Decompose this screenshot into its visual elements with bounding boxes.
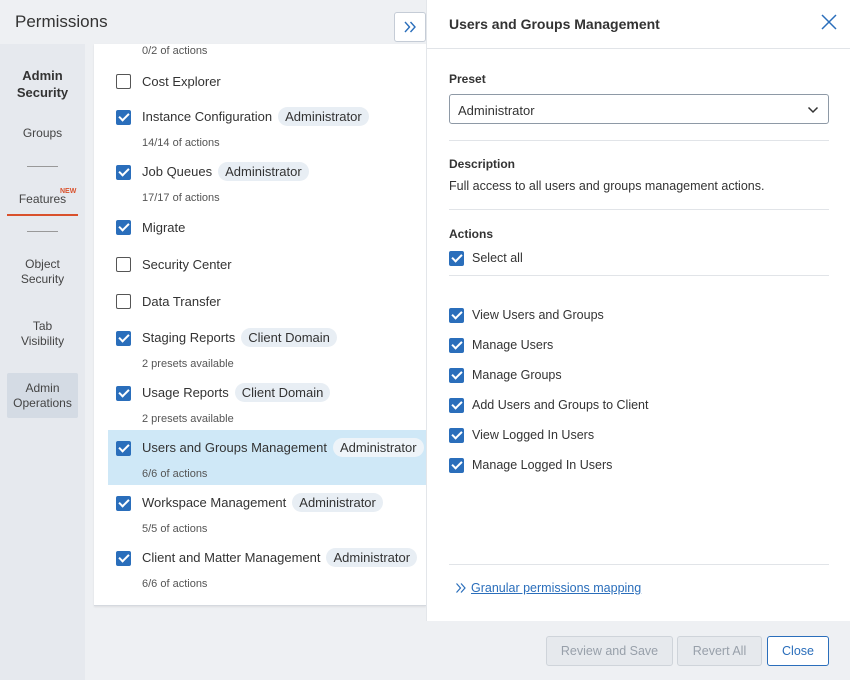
feature-row-instance-configuration[interactable]: Instance Configuration Administrator 14/1… [94, 102, 426, 154]
feature-checkbox[interactable] [116, 257, 131, 272]
row-sub: 6/6 of actions [142, 468, 208, 480]
page-title: Permissions [15, 12, 108, 31]
feature-list: 0/2 of actions Cost Explorer Instance Co… [94, 44, 426, 606]
feature-row-migrate[interactable]: Migrate [94, 212, 426, 242]
close-button[interactable]: Close [767, 636, 829, 666]
detail-panel: Users and Groups Management Preset Admin… [426, 0, 850, 621]
feature-checkbox[interactable] [116, 496, 131, 511]
top-bar: Permissions [0, 0, 426, 44]
review-and-save-button[interactable]: Review and Save [546, 636, 673, 666]
action-manage-users[interactable]: Manage Users [449, 337, 829, 355]
row-sub: 0/2 of actions [142, 45, 208, 57]
preset-pill: Administrator [326, 548, 418, 567]
divider [449, 140, 829, 141]
left-nav: Admin Security Groups Features NEW Objec… [0, 44, 85, 680]
divider [449, 564, 829, 565]
preset-value: Administrator [458, 103, 535, 118]
checkbox[interactable] [449, 458, 464, 473]
preset-pill: Administrator [218, 162, 309, 181]
checkbox[interactable] [449, 251, 464, 266]
feature-row-workspace-management[interactable]: Workspace Management Administrator 5/5 of… [94, 488, 426, 540]
row-sub: 14/14 of actions [142, 137, 220, 149]
nav-divider [27, 231, 58, 232]
row-sub: 6/6 of actions [142, 578, 208, 590]
detail-title: Users and Groups Management [449, 16, 660, 32]
checkbox[interactable] [449, 368, 464, 383]
feature-checkbox[interactable] [116, 551, 131, 566]
preset-select[interactable]: Administrator [449, 94, 829, 124]
feature-row-users-and-groups-management[interactable]: Users and Groups Management Administrator… [108, 430, 426, 485]
chevron-down-icon [807, 106, 819, 114]
feature-row-data-transfer[interactable]: Data Transfer [94, 286, 426, 316]
feature-checkbox[interactable] [116, 294, 131, 309]
action-manage-logged-in-users[interactable]: Manage Logged In Users [449, 457, 829, 475]
feature-row-staging-reports[interactable]: Staging Reports Client Domain 2 presets a… [94, 323, 426, 375]
actions-label: Actions [449, 227, 494, 241]
preset-pill: Client Domain [241, 328, 337, 347]
nav-divider [27, 166, 58, 167]
divider [449, 209, 829, 210]
feature-checkbox[interactable] [116, 220, 131, 235]
double-chevron-right-icon [456, 583, 466, 593]
feature-checkbox[interactable] [116, 74, 131, 89]
feature-row-usage-reports[interactable]: Usage Reports Client Domain 2 presets ava… [94, 378, 426, 430]
preset-pill: Administrator [332, 438, 424, 457]
feature-row-security-center[interactable]: Security Center [94, 249, 426, 279]
row-sub: 2 presets available [142, 413, 234, 425]
granular-permissions-link[interactable]: Granular permissions mapping [455, 581, 641, 595]
action-manage-groups[interactable]: Manage Groups [449, 367, 829, 385]
preset-label: Preset [449, 72, 486, 86]
divider [449, 275, 829, 276]
row-sub: 17/17 of actions [142, 192, 220, 204]
description-text: Full access to all users and groups mana… [449, 179, 765, 193]
feature-checkbox[interactable] [116, 331, 131, 346]
select-all-checkbox[interactable]: Select all [449, 250, 829, 268]
row-sub: 5/5 of actions [142, 523, 208, 535]
feature-checkbox[interactable] [116, 110, 131, 125]
nav-heading: Admin Security [16, 68, 69, 100]
action-add-users-and-groups-to-client[interactable]: Add Users and Groups to Client [449, 397, 829, 415]
feature-row-job-queues[interactable]: Job Queues Administrator 17/17 of actions [94, 157, 426, 209]
feature-checkbox[interactable] [116, 386, 131, 401]
double-chevron-right-icon [404, 21, 416, 33]
close-icon [821, 14, 837, 30]
preset-pill: Administrator [292, 493, 383, 512]
nav-item-admin-operations[interactable]: Admin Operations [0, 381, 85, 411]
checkbox[interactable] [449, 428, 464, 443]
feature-row-client-and-matter-management[interactable]: Client and Matter Management Administrato… [94, 543, 426, 595]
description-label: Description [449, 157, 516, 171]
row-sub: 2 presets available [142, 358, 234, 370]
close-panel-button[interactable] [819, 12, 839, 32]
nav-item-groups[interactable]: Groups [0, 126, 85, 141]
feature-checkbox[interactable] [116, 165, 131, 180]
active-tab-indicator [7, 214, 78, 216]
nav-item-tab-visibility[interactable]: Tab Visibility [0, 319, 85, 349]
action-view-users-and-groups[interactable]: View Users and Groups [449, 307, 829, 325]
action-view-logged-in-users[interactable]: View Logged In Users [449, 427, 829, 445]
checkbox[interactable] [449, 308, 464, 323]
divider [427, 48, 850, 49]
feature-row-cost-explorer[interactable]: Cost Explorer [94, 66, 426, 96]
checkbox[interactable] [449, 398, 464, 413]
new-badge: NEW [60, 188, 77, 195]
revert-all-button[interactable]: Revert All [677, 636, 762, 666]
checkbox[interactable] [449, 338, 464, 353]
nav-item-object-security[interactable]: Object Security [0, 257, 85, 287]
expand-panel-button[interactable] [394, 12, 426, 42]
feature-checkbox[interactable] [116, 441, 131, 456]
preset-pill: Administrator [278, 107, 369, 126]
preset-pill: Client Domain [234, 383, 331, 402]
